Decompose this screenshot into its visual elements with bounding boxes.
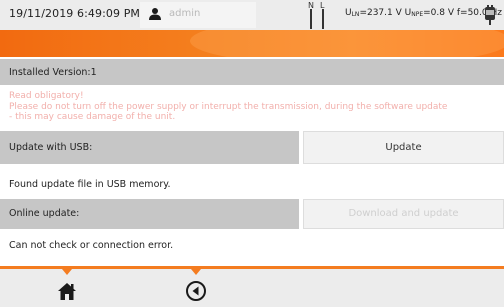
- bottom-nav-bar: [0, 266, 504, 307]
- warning-text: Read obligatory! Please do not turn off …: [9, 91, 499, 123]
- neutral-bar: [310, 9, 312, 29]
- download-and-update-button[interactable]: Download and update: [303, 199, 504, 229]
- online-status-text: Can not check or connection error.: [9, 240, 174, 251]
- warning-line: Read obligatory!: [9, 91, 84, 101]
- line-bar: [322, 9, 324, 29]
- header-swoosh: [190, 30, 504, 57]
- update-button[interactable]: Update: [303, 131, 504, 164]
- online-update-row: Online update:: [0, 199, 299, 229]
- voltage-readout: ULN=237.1 V UNPE=0.8 V f=50.0 Hz: [345, 8, 502, 18]
- home-icon[interactable]: [55, 280, 79, 302]
- u-npe-subscript: NPE: [411, 11, 424, 18]
- installed-version-row: Installed Version:1: [0, 59, 504, 85]
- installed-version-label: Installed Version:1: [9, 67, 97, 78]
- user-name: admin: [169, 8, 201, 19]
- u-ln-value: =237.1 V U: [359, 8, 412, 18]
- usb-update-row: Update with USB:: [0, 131, 299, 164]
- header-band: [0, 30, 504, 57]
- back-arrow-icon[interactable]: [184, 280, 208, 302]
- datetime: 19/11/2019 6:49:09 PM: [9, 7, 141, 20]
- user-icon: [149, 8, 161, 20]
- usb-update-label: Update with USB:: [9, 142, 93, 153]
- back-tab-marker: [191, 269, 201, 275]
- usb-status-text: Found update file in USB memory.: [9, 179, 171, 190]
- online-update-label: Online update:: [9, 208, 80, 219]
- home-tab-marker: [62, 269, 72, 275]
- plug-icon: [485, 5, 495, 25]
- status-bar: 19/11/2019 6:49:09 PM admin N L ULN=237.…: [0, 0, 504, 30]
- phase-indicator: N L: [302, 1, 332, 29]
- warning-line: Please do not turn off the power supply …: [9, 101, 448, 112]
- u-ln-prefix: U: [345, 8, 352, 18]
- warning-line: - this may cause damage of the unit.: [9, 112, 176, 122]
